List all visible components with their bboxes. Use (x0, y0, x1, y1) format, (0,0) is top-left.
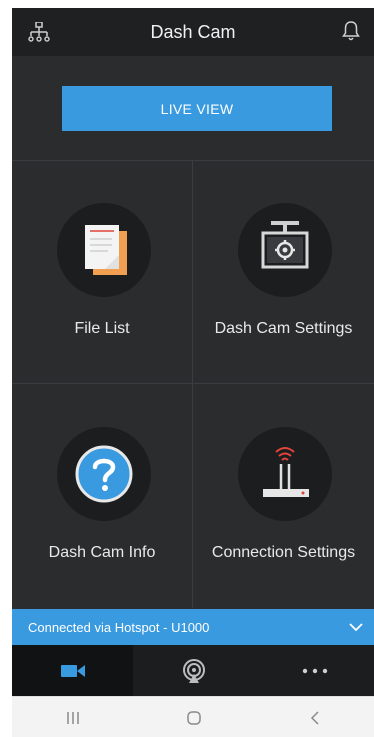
bottom-tab-bar (12, 645, 374, 696)
home-button[interactable] (133, 697, 254, 737)
connection-status-bar[interactable]: Connected via Hotspot - U1000 (12, 609, 374, 645)
bell-icon[interactable] (342, 20, 360, 42)
dash-cam-settings-icon-circle (238, 203, 332, 297)
wifi-router-icon (263, 447, 309, 497)
menu-item-connection-settings[interactable]: Connection Settings (193, 384, 374, 608)
menu-item-dash-cam-info[interactable]: Dash Cam Info (12, 384, 193, 608)
menu-item-file-list[interactable]: File List (12, 160, 193, 384)
tab-broadcast[interactable] (133, 645, 254, 696)
network-tree-icon[interactable] (28, 22, 50, 42)
tab-more[interactable] (254, 645, 374, 696)
app-header: Dash Cam (12, 8, 374, 56)
back-button[interactable] (254, 697, 374, 737)
home-icon (186, 710, 201, 725)
file-list-icon-circle (57, 203, 151, 297)
back-icon (310, 710, 319, 725)
recent-apps-button[interactable] (12, 697, 133, 737)
system-nav-bar (12, 696, 374, 737)
tab-camera[interactable] (12, 645, 133, 696)
menu-grid: File List Dash Cam Settings Dash Cam Inf… (12, 160, 374, 609)
wifi-router-icon-circle (238, 427, 332, 521)
menu-item-label: Connection Settings (211, 544, 356, 561)
question-icon-circle (57, 427, 151, 521)
more-icon (302, 668, 327, 673)
connection-status-text: Connected via Hotspot - U1000 (28, 619, 210, 635)
question-icon (75, 445, 133, 503)
live-view-button[interactable]: LIVE VIEW (62, 86, 332, 131)
app-screen: Dash Cam LIVE VIEW File List Dash Cam Se… (12, 8, 374, 737)
page-title: Dash Cam (150, 21, 236, 42)
video-camera-icon (60, 664, 85, 677)
menu-item-label: Dash Cam Settings (214, 320, 353, 337)
live-view-section: LIVE VIEW (12, 56, 374, 161)
chevron-down-icon[interactable] (348, 620, 364, 634)
broadcast-icon (182, 658, 205, 683)
dash-cam-settings-icon (261, 221, 309, 269)
menu-item-dash-cam-settings[interactable]: Dash Cam Settings (193, 160, 374, 384)
recent-apps-icon (66, 711, 79, 724)
menu-item-label: Dash Cam Info (48, 544, 156, 561)
menu-item-label: File List (74, 320, 130, 337)
file-list-icon (85, 225, 127, 275)
